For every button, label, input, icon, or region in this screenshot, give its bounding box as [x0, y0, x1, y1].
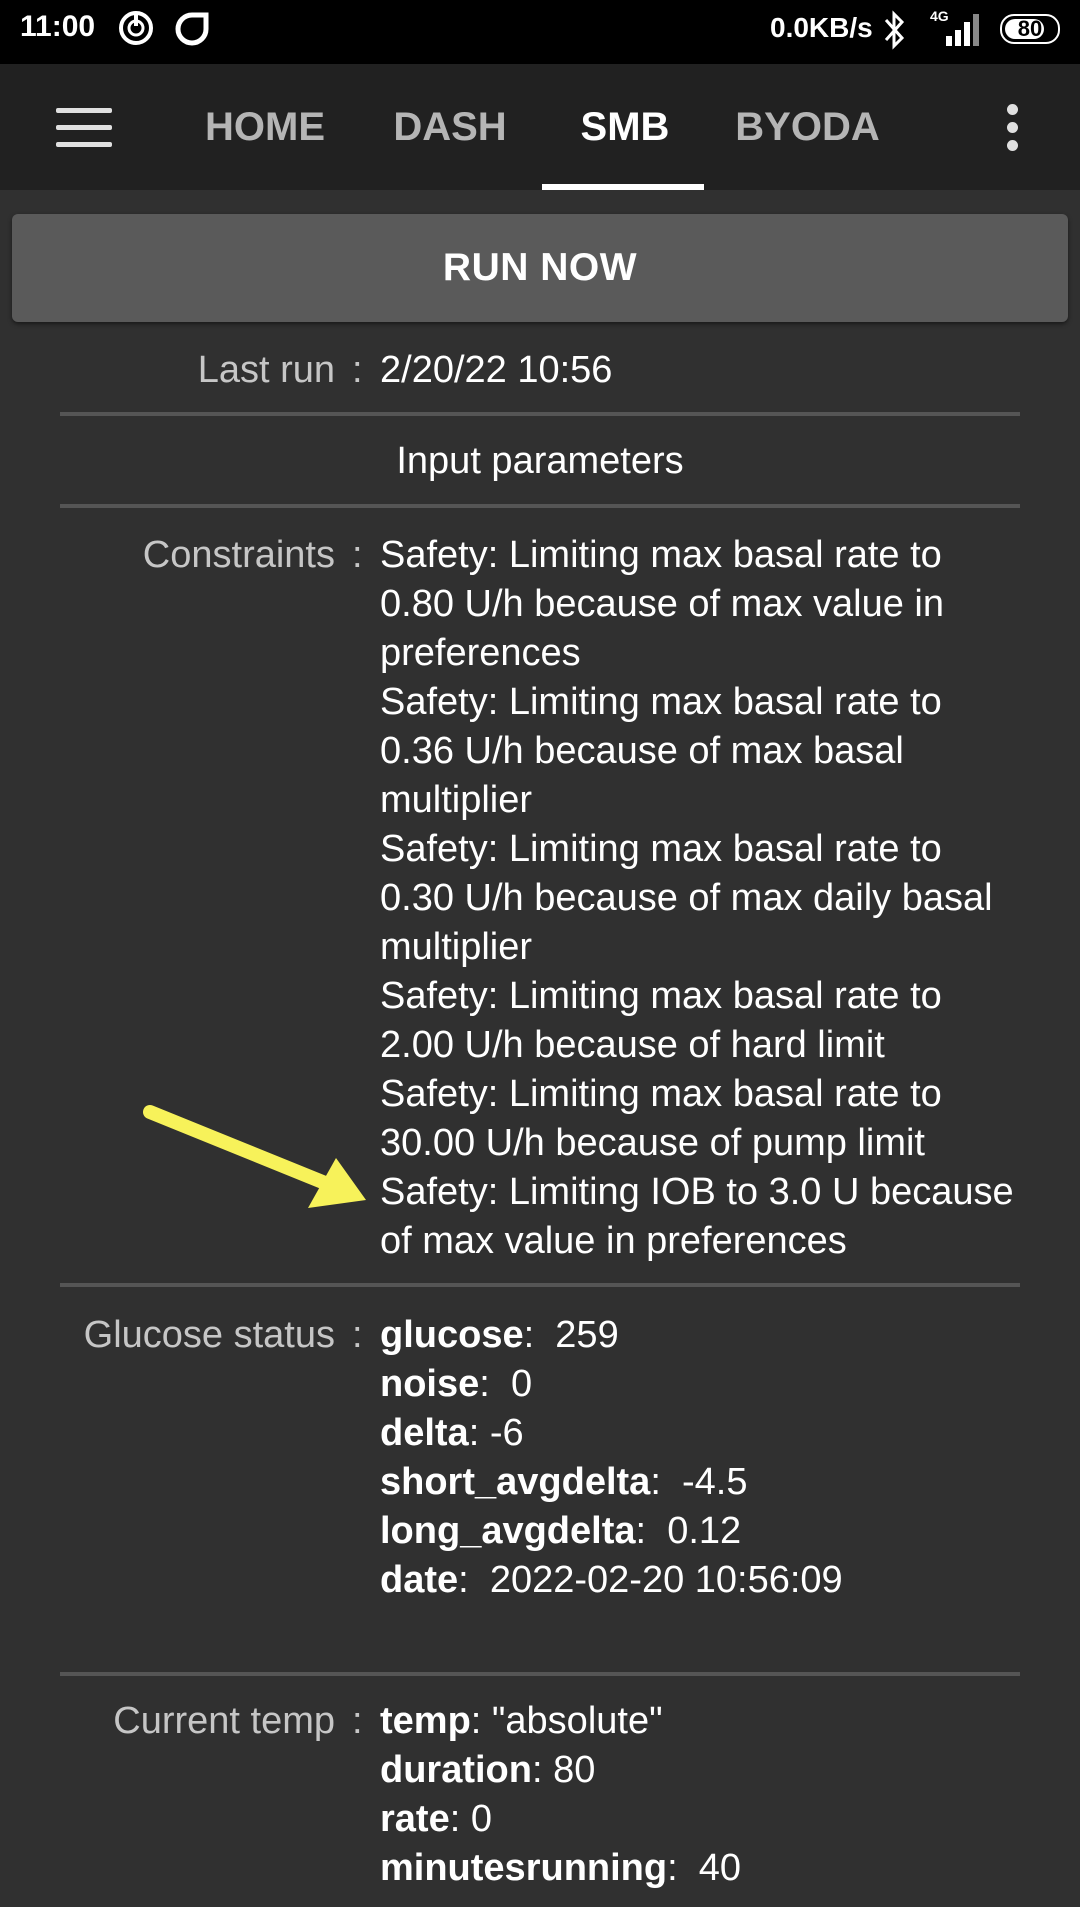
temp-key: rate	[380, 1798, 450, 1840]
tab-byoda[interactable]: BYODA	[735, 64, 880, 190]
temp-val: 0	[470, 1798, 492, 1840]
constraints-label: Constraints	[142, 534, 335, 576]
constraint-line: Safety: Limiting IOB to 3.0 U because	[380, 1171, 1014, 1213]
temp-val: 40	[698, 1847, 742, 1889]
current-temp-label: Current temp	[113, 1700, 335, 1742]
glucose-key: delta	[380, 1412, 469, 1454]
glucose-val: -4.5	[682, 1461, 748, 1503]
constraint-line: of max value in preferences	[380, 1220, 847, 1262]
app-toolbar: HOME DASH SMB BYODA	[0, 64, 1080, 190]
temp-key: temp	[380, 1700, 471, 1742]
status-time: 11:00	[20, 10, 96, 43]
constraint-line: 2.00 U/h because of hard limit	[380, 1024, 885, 1066]
constraint-line: 0.30 U/h because of max daily basal	[380, 877, 993, 919]
battery-icon: 80	[1000, 14, 1060, 44]
last-run-value: 2/20/22 10:56	[380, 349, 613, 391]
constraint-line: 0.80 U/h because of max value in	[380, 583, 945, 625]
constraints-value: Safety: Limiting max basal rate to 0.80 …	[380, 531, 1080, 1266]
app-notification-icon	[175, 12, 209, 46]
tab-dash[interactable]: DASH	[390, 64, 510, 190]
glucose-status-label: Glucose status	[83, 1314, 335, 1356]
divider	[60, 1283, 1020, 1287]
glucose-item: delta: -6	[380, 1412, 524, 1454]
constraint-line: Safety: Limiting max basal rate to	[380, 534, 942, 576]
annotation-arrow-icon	[143, 1105, 366, 1208]
overflow-menu-icon[interactable]	[998, 100, 1028, 156]
constraint-line: Safety: Limiting max basal rate to	[380, 828, 942, 870]
last-run-label: Last run	[197, 349, 335, 391]
glucose-item: noise: 0	[380, 1363, 533, 1405]
network-speed: 0.0KB/s	[770, 12, 873, 43]
constraint-line: multiplier	[380, 779, 533, 821]
hamburger-menu-icon[interactable]	[50, 104, 112, 152]
temp-item: temp: "absolute"	[380, 1700, 663, 1742]
temp-item: minutesrunning: 40	[380, 1847, 742, 1889]
temp-key: duration	[380, 1749, 532, 1791]
temp-val: "absolute"	[491, 1700, 663, 1742]
constraint-line: Safety: Limiting max basal rate to	[380, 681, 942, 723]
constraint-line: 30.00 U/h because of pump limit	[380, 1122, 925, 1164]
input-parameters-title: Input parameters	[396, 440, 684, 482]
status-bar: 11:00 0.0KB/s 4G 80	[0, 0, 1080, 64]
glucose-key: date	[380, 1559, 459, 1601]
glucose-val: 0	[510, 1363, 533, 1405]
glucose-key: long_avgdelta	[380, 1510, 636, 1552]
tab-home[interactable]: HOME	[200, 64, 330, 190]
separator-colon: :	[352, 1314, 363, 1356]
glucose-val: 0.12	[667, 1510, 742, 1552]
temp-item: rate: 0	[380, 1798, 492, 1840]
glucose-item: short_avgdelta: -4.5	[380, 1461, 748, 1503]
divider	[60, 1672, 1020, 1676]
temp-item: duration: 80	[380, 1749, 596, 1791]
sync-notification-icon	[119, 11, 153, 45]
divider	[60, 504, 1020, 508]
run-now-button[interactable]: RUN NOW	[12, 214, 1068, 322]
constraint-line: preferences	[380, 632, 581, 674]
bluetooth-icon	[884, 10, 905, 50]
constraint-line: 0.36 U/h because of max basal	[380, 730, 904, 772]
glucose-item: long_avgdelta: 0.12	[380, 1510, 742, 1552]
battery-level: 80	[1017, 16, 1043, 41]
glucose-key: glucose	[380, 1314, 524, 1356]
glucose-val: 2022-02-20 10:56:09	[489, 1559, 843, 1601]
divider	[60, 412, 1020, 416]
glucose-key: short_avgdelta	[380, 1461, 651, 1503]
separator-colon: :	[352, 1700, 363, 1742]
temp-key: minutesrunning	[380, 1847, 668, 1889]
glucose-val: 259	[555, 1314, 619, 1356]
glucose-item: glucose: 259	[380, 1314, 619, 1356]
glucose-status-value: glucose: 259 noise: 0 delta: -6 short_av…	[380, 1311, 1080, 1605]
separator-colon: :	[352, 534, 363, 576]
constraint-line: multiplier	[380, 926, 533, 968]
constraint-line: Safety: Limiting max basal rate to	[380, 1073, 942, 1115]
glucose-item: date: 2022-02-20 10:56:09	[380, 1559, 843, 1601]
separator-colon: :	[352, 349, 363, 391]
tab-smb[interactable]: SMB	[545, 64, 705, 190]
constraint-line: Safety: Limiting max basal rate to	[380, 975, 942, 1017]
current-temp-value: temp: "absolute" duration: 80 rate: 0 mi…	[380, 1697, 1080, 1893]
glucose-key: noise	[380, 1363, 480, 1405]
active-tab-indicator	[542, 184, 704, 190]
glucose-val: -6	[489, 1412, 524, 1454]
temp-val: 80	[553, 1749, 596, 1791]
signal-strength-icon	[946, 14, 979, 46]
